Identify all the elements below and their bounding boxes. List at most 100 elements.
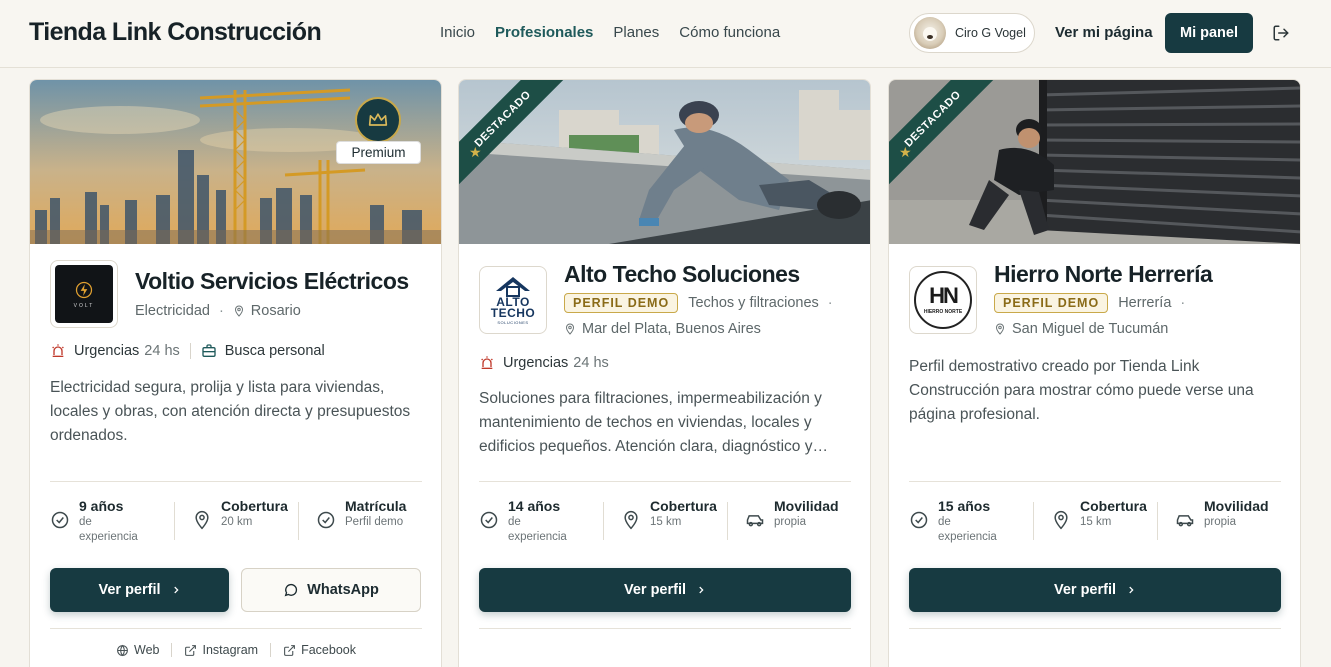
location: San Miguel de Tucumán <box>1012 321 1169 337</box>
category: Herrería <box>1118 295 1172 311</box>
company-name[interactable]: Alto Techo Soluciones <box>564 261 800 288</box>
view-profile-button[interactable]: Ver perfil <box>50 568 229 612</box>
divider <box>479 481 851 482</box>
check-circle-icon <box>317 511 335 529</box>
company-meta: PERFIL DEMO Techos y filtraciones · <box>564 293 836 313</box>
location-pin-icon <box>195 510 209 530</box>
stat-mobility: Movilidad propia <box>1157 498 1281 546</box>
nav-inicio[interactable]: Inicio <box>440 24 475 41</box>
location-row: Mar del Plata, Buenos Aires <box>564 321 761 337</box>
busca-personal: Busca personal <box>224 343 325 359</box>
stats-row: 14 años de experiencia Cobertura 15 km Mov… <box>479 498 851 546</box>
globe-icon <box>117 644 128 656</box>
company-logo: VOLT <box>50 260 118 328</box>
location-pin-icon <box>995 323 1005 335</box>
stat-mobility: Movilidad propia <box>727 498 851 546</box>
logout-icon[interactable] <box>1272 24 1290 42</box>
description: Electricidad segura, prolija y lista par… <box>50 379 411 444</box>
location-pin-icon <box>565 323 575 335</box>
view-profile-button[interactable]: Ver perfil <box>909 568 1281 612</box>
main-nav: Inicio Profesionales Planes Cómo funcion… <box>440 24 780 41</box>
urgencias-label: Urgencias <box>74 343 140 359</box>
divider <box>50 628 422 629</box>
nav-profesionales[interactable]: Profesionales <box>495 24 593 41</box>
company-meta: Electricidad · Rosario <box>135 303 301 319</box>
external-link-icon <box>284 644 295 656</box>
category: Electricidad <box>135 303 210 319</box>
stat-coverage: Cobertura 20 km <box>174 498 298 546</box>
location-row: San Miguel de Tucumán <box>994 321 1168 337</box>
stat-license: Matrícula Perfil demo <box>298 498 422 546</box>
link-instagram[interactable]: Instagram <box>184 643 258 657</box>
siren-icon <box>52 344 64 357</box>
company-name[interactable]: Voltio Servicios Eléctricos <box>135 268 409 295</box>
stat-coverage: Cobertura 15 km <box>603 498 727 546</box>
social-links: Web Instagram Facebook <box>50 643 422 657</box>
location: Mar del Plata, Buenos Aires <box>582 321 761 337</box>
company-meta: PERFIL DEMO Herrería · <box>994 293 1188 313</box>
description: Soluciones para filtraciones, impermeabi… <box>479 390 822 455</box>
stats-row: 9 años de experiencia Cobertura 20 km Matr… <box>50 498 422 546</box>
company-logo: ALTO TECHO SOLUCIONES <box>479 266 547 334</box>
briefcase-icon <box>202 344 216 357</box>
avatar <box>914 17 946 49</box>
urgencias-hours: 24 hs <box>573 355 609 371</box>
link-facebook[interactable]: Facebook <box>283 643 356 657</box>
professional-card-hierro-norte: DESTACADO ★ HN HIERRO NORTE Hierro Norte… <box>888 79 1301 667</box>
top-header: Tienda Link Construcción Inicio Profesio… <box>0 0 1331 68</box>
bolt-icon <box>75 281 93 298</box>
location-pin-icon <box>234 305 243 317</box>
company-name[interactable]: Hierro Norte Herrería <box>994 261 1213 288</box>
external-link-icon <box>185 644 197 656</box>
nav-planes[interactable]: Planes <box>613 24 659 41</box>
star-icon: ★ <box>899 144 912 160</box>
demo-profile-badge: PERFIL DEMO <box>564 293 679 313</box>
divider <box>50 481 422 482</box>
urgencias-label: Urgencias <box>503 355 569 371</box>
divider <box>909 481 1281 482</box>
house-roof-icon <box>496 277 530 297</box>
location: Rosario <box>250 303 301 319</box>
car-icon <box>746 515 764 527</box>
car-icon <box>1176 515 1194 527</box>
category: Techos y filtraciones <box>688 295 819 311</box>
location-pin-icon <box>624 510 638 530</box>
stat-coverage: Cobertura 15 km <box>1033 498 1157 546</box>
divider <box>479 628 851 629</box>
company-logo: HN HIERRO NORTE <box>909 266 977 334</box>
urgencias-hours: 24 hs <box>144 343 180 359</box>
nav-como-funciona[interactable]: Cómo funciona <box>679 24 780 41</box>
tags-row: Urgencias 24 hs <box>479 355 609 371</box>
divider <box>909 628 1281 629</box>
link-web[interactable]: Web <box>116 643 159 657</box>
chevron-right-icon <box>699 586 704 594</box>
star-icon: ★ <box>469 144 482 160</box>
check-circle-icon <box>910 511 928 529</box>
tags-row: Urgencias 24 hs Busca personal <box>50 343 325 359</box>
view-my-page-link[interactable]: Ver mi página <box>1055 24 1153 41</box>
check-circle-icon <box>51 511 69 529</box>
description: Perfil demostrativo creado por Tienda Li… <box>909 358 1254 423</box>
premium-badge: Premium <box>336 141 421 164</box>
user-chip[interactable]: Ciro G Vogel <box>909 13 1035 53</box>
stat-experience: 14 años de experiencia <box>479 498 603 546</box>
premium-crown-icon <box>355 97 401 143</box>
my-panel-button[interactable]: Mi panel <box>1165 13 1253 53</box>
stat-experience: 15 años de experiencia <box>909 498 1033 546</box>
chevron-right-icon <box>1129 586 1134 594</box>
user-name: Ciro G Vogel <box>955 26 1026 40</box>
professional-card-voltio: Premium VOLT Voltio Servicios Eléctricos… <box>29 79 442 667</box>
professional-card-alto-techo: DESTACADO ★ ALTO TECHO SOLUCIONES Alto T… <box>458 79 871 667</box>
whatsapp-button[interactable]: WhatsApp <box>241 568 421 612</box>
logo-text: VOLT <box>73 302 95 309</box>
hn-monogram: HN <box>929 283 959 308</box>
location-pin-icon <box>1054 510 1068 530</box>
check-circle-icon <box>480 511 498 529</box>
view-profile-button[interactable]: Ver perfil <box>479 568 851 612</box>
stat-experience: 9 años de experiencia <box>50 498 174 546</box>
brand-logo-text[interactable]: Tienda Link Construcción <box>29 18 322 47</box>
whatsapp-icon <box>284 583 298 597</box>
demo-profile-badge: PERFIL DEMO <box>994 293 1109 313</box>
siren-icon <box>481 356 493 369</box>
chevron-right-icon <box>173 586 179 594</box>
